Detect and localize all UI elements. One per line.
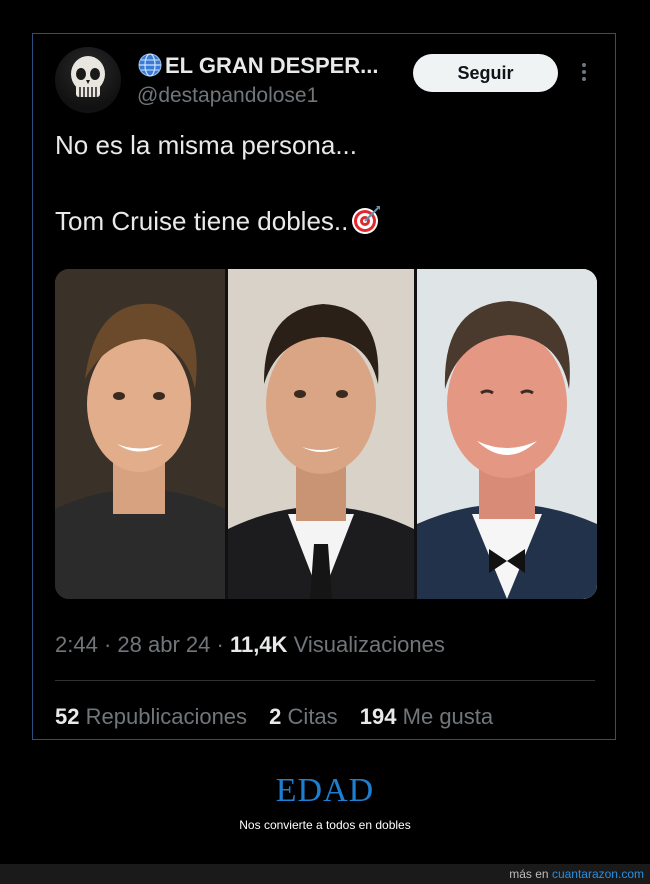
user-handle[interactable]: @destapandolose1 [137,84,318,108]
target-emoji-icon [352,206,381,234]
follow-button[interactable]: Seguir [413,54,558,92]
caption-subtitle: Nos convierte a todos en dobles [239,818,411,832]
likes-label: Me gusta [402,704,494,729]
avatar[interactable] [55,47,121,113]
reposts-stat[interactable]: 52 Republicaciones [55,704,247,729]
photo-3[interactable] [417,269,597,599]
portrait-3-image [417,269,597,599]
tweet-time[interactable]: 2:44 [55,632,98,657]
tweet-meta: 2:44 · 28 abr 24 · 11,4K Visualizaciones [55,632,445,658]
tweet-text-line2: Tom Cruise tiene dobles.. [55,204,382,237]
tweet-text-line1: No es la misma persona... [55,130,358,160]
tweet-media[interactable] [55,269,597,599]
footer-text: más en cuantarazon.com [509,867,644,881]
display-name[interactable]: EL GRAN DESPER... [137,52,379,79]
footer-prefix: más en [509,867,549,881]
caption-title: EDAD [275,772,375,809]
reposts-count: 52 [55,704,80,729]
divider [55,680,595,681]
photo-2[interactable] [228,269,414,599]
tweet-date[interactable]: 28 abr 24 [117,632,210,657]
likes-stat[interactable]: 194 Me gusta [360,704,493,729]
portrait-1-image [55,269,225,599]
separator-dot: · [216,632,230,657]
quotes-stat[interactable]: 2 Citas [269,704,338,729]
quotes-count: 2 [269,704,282,729]
site-link[interactable]: cuantarazon.com [552,867,644,881]
likes-count: 194 [359,704,397,729]
more-options-icon[interactable] [575,60,593,86]
reposts-label: Republicaciones [85,704,248,729]
tweet-text-line2-text: Tom Cruise tiene dobles.. [55,206,349,236]
views-label: Visualizaciones [293,632,445,657]
portrait-2-image [228,269,414,599]
separator-dot: · [103,632,118,657]
globe-icon [138,53,162,77]
tweet-card: EL GRAN DESPER... @destapandolose1 Segui… [32,33,616,740]
views-count: 11,4K [229,632,288,657]
display-name-text: EL GRAN DESPER... [165,53,379,78]
quotes-label: Citas [287,704,338,729]
tweet-stats: 52 Republicaciones 2 Citas 194 Me gusta [55,704,509,730]
photo-1[interactable] [55,269,225,599]
footer-bar: más en cuantarazon.com [0,864,650,884]
punisher-skull-icon [71,56,105,97]
